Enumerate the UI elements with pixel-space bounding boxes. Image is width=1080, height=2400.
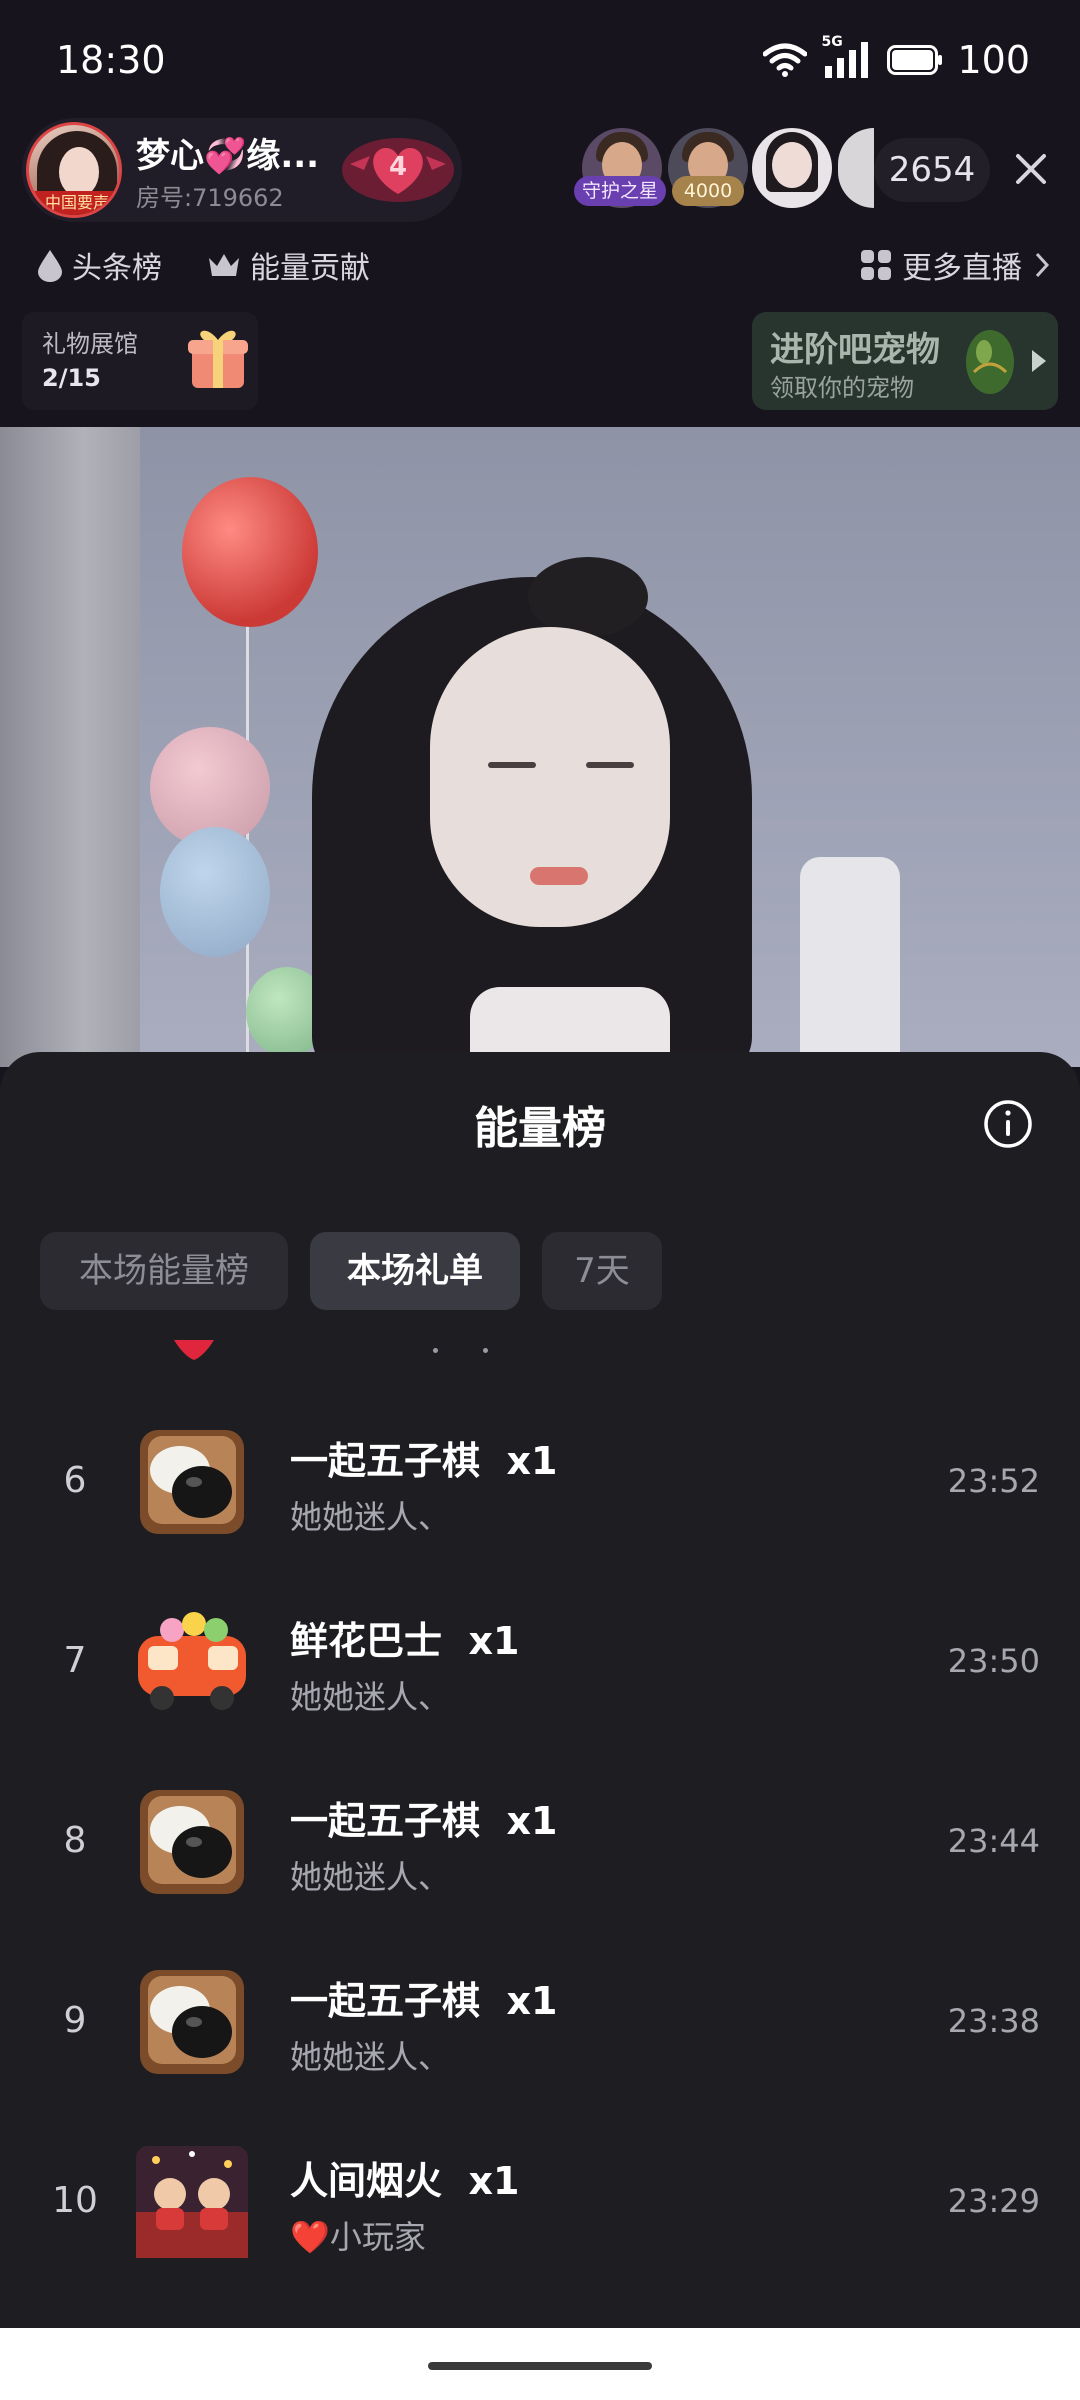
sender-name: 她她迷人、 bbox=[290, 1498, 451, 1536]
anchor-name: 梦心💞缘... bbox=[136, 136, 320, 176]
heart-icon bbox=[174, 1340, 214, 1360]
anchor-room-id: 房号:719662 bbox=[136, 184, 284, 212]
gift-list-row[interactable]: 6 一起五子棋 x1 她她迷人、 23:52 bbox=[0, 1392, 1080, 1572]
anchor-avatar[interactable]: 中国要声 bbox=[26, 122, 122, 218]
video-person-lips bbox=[530, 867, 588, 885]
more-live-button[interactable]: 更多直播 bbox=[860, 240, 1052, 290]
list-fade-dot bbox=[483, 1348, 488, 1353]
energy-contribution-chip[interactable]: 能量贡献 bbox=[206, 240, 370, 290]
play-arrow-icon bbox=[1032, 350, 1046, 372]
gomoku-icon bbox=[140, 1970, 244, 2074]
video-person-eye bbox=[586, 762, 634, 768]
guard-star-badge: 守护之星 bbox=[574, 176, 666, 206]
blue-balloon bbox=[160, 827, 270, 957]
live-room-header: 18:30 5G 100 中国要声 梦心💞缘... 房号:719662 4 守护… bbox=[0, 0, 1080, 427]
energy-contribution-label: 能量贡献 bbox=[250, 251, 370, 286]
live-video-stream[interactable] bbox=[0, 427, 1080, 1067]
sender-name: 她她迷人、 bbox=[290, 1678, 451, 1716]
gift-name: 人间烟火 x1 bbox=[290, 2159, 520, 2203]
gift-name: 一起五子棋 x1 bbox=[290, 1979, 558, 2023]
gift-list-row[interactable]: 9 一起五子棋 x1 她她迷人、 23:38 bbox=[0, 1932, 1080, 2112]
more-live-label: 更多直播 bbox=[902, 251, 1022, 286]
heart-level: 4 bbox=[388, 152, 408, 182]
gift-list-row[interactable]: 10 人间烟火 x1 ❤️小玩家 23:29 bbox=[0, 2112, 1080, 2292]
red-balloon bbox=[182, 477, 318, 627]
gift-time: 23:50 bbox=[947, 1642, 1040, 1680]
gift-name: 一起五子棋 x1 bbox=[290, 1799, 558, 1843]
row-rank: 7 bbox=[63, 1640, 87, 1681]
tab-7-days[interactable]: 7天 bbox=[542, 1232, 662, 1310]
battery-level: 100 bbox=[957, 38, 1030, 82]
pet-promo-subtitle: 领取你的宠物 bbox=[770, 374, 914, 402]
flower-bus-icon bbox=[138, 1612, 246, 1710]
gomoku-icon bbox=[140, 1790, 244, 1894]
wifi-icon bbox=[763, 43, 808, 77]
gift-list-row[interactable]: 8 一起五子棋 x1 她她迷人、 23:44 bbox=[0, 1752, 1080, 1932]
gift-time: 23:38 bbox=[947, 2002, 1040, 2040]
chevron-right-icon bbox=[1035, 252, 1050, 278]
headline-rank-chip[interactable]: 头条榜 bbox=[36, 240, 162, 290]
home-indicator[interactable] bbox=[428, 2362, 652, 2370]
tab-session-gift-list[interactable]: 本场礼单 bbox=[310, 1232, 520, 1310]
video-wall bbox=[0, 427, 140, 1067]
gift-hall-progress: 2/15 bbox=[42, 364, 101, 392]
gift-time: 23:52 bbox=[947, 1462, 1040, 1500]
status-icons: 5G 100 bbox=[763, 34, 1030, 82]
sender-name: 她她迷人、 bbox=[290, 2038, 451, 2076]
pet-promo-title: 进阶吧宠物 bbox=[770, 330, 940, 370]
gift-time: 23:29 bbox=[947, 2182, 1040, 2220]
cellular-signal-icon: 5G bbox=[821, 34, 873, 80]
headline-rank-label: 头条榜 bbox=[72, 251, 162, 286]
status-bar: 18:30 5G 100 bbox=[0, 0, 1080, 120]
list-fade-dot bbox=[433, 1348, 438, 1353]
video-chair bbox=[800, 857, 900, 1067]
gift-name: 鲜花巴士 x1 bbox=[290, 1619, 520, 1663]
gift-time: 23:44 bbox=[947, 1822, 1040, 1860]
video-person-bun bbox=[528, 557, 648, 637]
crown-icon bbox=[209, 254, 239, 276]
gift-hall-label: 礼物展馆 bbox=[42, 330, 138, 358]
video-person-eye bbox=[488, 762, 536, 768]
gift-box-icon bbox=[188, 330, 248, 388]
viewer-avatar[interactable] bbox=[752, 128, 832, 208]
row-rank: 6 bbox=[63, 1460, 87, 1501]
pet-egg-icon bbox=[966, 330, 1014, 394]
row-rank: 8 bbox=[63, 1820, 87, 1861]
info-icon[interactable] bbox=[982, 1098, 1034, 1150]
viewer-score-badge: 4000 bbox=[672, 176, 744, 206]
sheet-title: 能量榜 bbox=[474, 1103, 606, 1154]
anchor-avatar-tag: 中国要声 bbox=[29, 191, 119, 215]
gomoku-icon bbox=[140, 1430, 244, 1534]
network-type: 5G bbox=[821, 34, 843, 50]
droplet-icon bbox=[38, 250, 62, 282]
row-rank: 10 bbox=[52, 2180, 98, 2221]
grid-icon bbox=[861, 250, 891, 280]
close-icon[interactable] bbox=[1006, 144, 1056, 194]
gift-list-row[interactable]: 7 鲜花巴士 x1 她她迷人、 23:50 bbox=[0, 1572, 1080, 1752]
viewer-count[interactable]: 2654 bbox=[874, 138, 990, 202]
fireworks-feast-icon bbox=[136, 2146, 248, 2258]
tab-session-energy[interactable]: 本场能量榜 bbox=[40, 1232, 288, 1310]
sender-name: ❤️小玩家 bbox=[290, 2218, 426, 2256]
gift-name: 一起五子棋 x1 bbox=[290, 1439, 558, 1483]
status-time: 18:30 bbox=[56, 38, 166, 82]
sender-name: 她她迷人、 bbox=[290, 1858, 451, 1896]
row-rank: 9 bbox=[63, 2000, 87, 2041]
battery-icon bbox=[887, 45, 943, 75]
viewer-avatar[interactable] bbox=[838, 128, 874, 208]
